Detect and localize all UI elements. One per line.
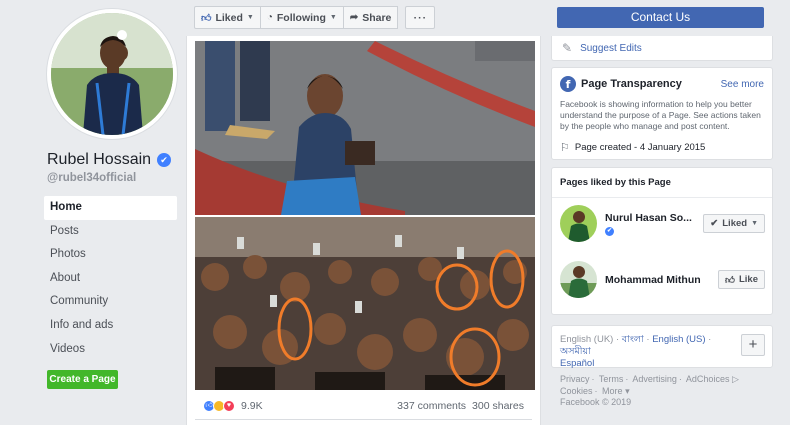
love-reaction-icon: ♥ <box>223 400 235 412</box>
suggest-edits-row[interactable]: ✎ Suggest Edits <box>551 36 773 61</box>
share-label: Share <box>362 11 392 24</box>
contact-us-button[interactable]: Contact Us <box>557 7 764 28</box>
nav-item-videos[interactable]: Videos <box>44 338 177 362</box>
page-name-text: Rubel Hossain <box>47 151 152 168</box>
footer-link-more[interactable]: More <box>602 386 623 396</box>
avatar-image <box>51 13 173 135</box>
create-page-button[interactable]: Create a Page <box>47 370 118 389</box>
avatar-image <box>560 205 597 242</box>
language-link[interactable]: English (US) <box>652 334 705 345</box>
verified-check-icon: ✔ <box>605 226 614 236</box>
adchoices-icon: ▷ <box>731 374 739 384</box>
page-created-date: Page created - 4 January 2015 <box>574 142 706 153</box>
more-chevron-icon: ▾ <box>625 385 630 396</box>
footer-link-privacy[interactable]: Privacy <box>560 374 590 384</box>
like-page-button-label: Like <box>738 274 758 285</box>
reactions-summary[interactable]: 👍︎ ♥ 9.9K <box>203 400 263 412</box>
footer-link-terms[interactable]: Terms <box>599 374 624 384</box>
post-card: 👍︎ ♥ 9.9K 337 comments 300 shares <box>186 36 541 425</box>
photo-boy-image <box>195 41 535 215</box>
footer-link-cookies[interactable]: Cookies <box>560 386 593 396</box>
post-photo-boy[interactable] <box>195 41 535 215</box>
profile-picture[interactable] <box>47 9 177 139</box>
liked-page-name-block: Nurul Hasan So... ✔ <box>605 212 701 236</box>
liked-page-button[interactable]: ✔ Liked ▼ <box>703 214 765 233</box>
page-transparency-card: f Page Transparency See more Facebook is… <box>551 67 773 160</box>
left-column: Rubel Hossain ✔ @rubel34official Home Po… <box>0 0 185 425</box>
nav-item-info-and-ads[interactable]: Info and ads <box>44 314 177 338</box>
page-nav: Home Posts Photos About Community Info a… <box>44 196 177 361</box>
nav-item-posts[interactable]: Posts <box>44 220 177 244</box>
facebook-logo-icon: f <box>560 76 576 92</box>
language-link[interactable]: Español <box>560 358 594 369</box>
pages-liked-card: Pages liked by this Page Nurul Hasan So.… <box>551 167 773 315</box>
avatar <box>51 13 173 135</box>
transparency-description: Facebook is showing information to help … <box>560 99 761 131</box>
shares-count[interactable]: 300 shares <box>472 400 524 412</box>
page-handle[interactable]: @rubel34official <box>47 172 136 184</box>
language-list: English (UK) · বাংলা · English (US) · অস… <box>560 334 712 369</box>
like-page-button[interactable]: 👍︎ Like <box>718 270 765 289</box>
chevron-down-icon: ▼ <box>751 220 758 227</box>
footer-link-advertising[interactable]: Advertising <box>632 374 677 384</box>
page-created-row: ⚐ Page created - 4 January 2015 <box>560 141 764 154</box>
flag-icon: ⚐ <box>560 142 570 154</box>
nav-item-photos[interactable]: Photos <box>44 243 177 267</box>
transparency-header: f Page Transparency See more <box>560 76 764 92</box>
language-selector-card: English (UK) · বাংলা · English (US) · অস… <box>551 325 773 369</box>
avatar-image <box>560 261 597 298</box>
language-link[interactable]: বাংলা <box>622 334 644 345</box>
chevron-down-icon: ▼ <box>329 14 337 21</box>
liked-page-name[interactable]: Nurul Hasan So... <box>605 212 692 224</box>
liked-page-avatar[interactable] <box>560 205 597 242</box>
rss-icon: ◔ <box>266 12 273 23</box>
share-button[interactable]: ➦ Share <box>342 6 399 29</box>
add-language-button[interactable]: + <box>741 334 765 356</box>
following-button[interactable]: ◔ Following ▼ <box>259 6 344 29</box>
transparency-title: Page Transparency <box>581 78 682 90</box>
liked-page-name[interactable]: Mohammad Mithun <box>605 274 701 286</box>
liked-page-row: Nurul Hasan So... ✔ ✔ Liked ▼ <box>560 205 765 242</box>
chevron-down-icon: ▼ <box>246 14 254 21</box>
share-arrow-icon: ➦ <box>349 12 359 23</box>
thumbs-up-icon: 👍︎ <box>201 12 212 24</box>
thumbs-up-icon: 👍︎ <box>725 274 735 286</box>
comments-count[interactable]: 337 comments <box>397 400 466 412</box>
language-link[interactable]: অসমীয়া <box>560 346 591 357</box>
page-action-bar: 👍︎ Liked ▼ ◔ Following ▼ ➦ Share ··· <box>194 6 436 29</box>
verified-check-icon: ✔ <box>157 153 172 167</box>
liked-page-button-label: Liked <box>722 218 748 229</box>
divider <box>195 419 532 420</box>
footer-link-adchoices[interactable]: AdChoices <box>686 374 730 384</box>
copyright: Facebook © 2019 <box>560 397 632 407</box>
reaction-count: 9.9K <box>241 400 263 412</box>
checkmark-icon: ✔ <box>710 218 719 229</box>
post-photo-crowd[interactable] <box>195 217 535 390</box>
liked-page-avatar[interactable] <box>560 261 597 298</box>
more-options-button[interactable]: ··· <box>405 6 436 29</box>
pages-liked-title: Pages liked by this Page <box>552 168 772 198</box>
engagement-counts: 337 comments 300 shares <box>397 400 524 412</box>
see-more-link[interactable]: See more <box>721 79 764 90</box>
nav-item-community[interactable]: Community <box>44 290 177 314</box>
photo-crowd-image <box>195 217 535 390</box>
suggest-edits-link: Suggest Edits <box>580 42 642 54</box>
pencil-icon: ✎ <box>562 41 573 55</box>
page-title: Rubel Hossain ✔ <box>47 151 172 169</box>
liked-label: Liked <box>215 11 243 24</box>
current-language: English (UK) <box>560 334 614 345</box>
nav-item-about[interactable]: About <box>44 267 177 291</box>
page-footer: Privacy · Terms · Advertising · AdChoices ▷… <box>560 374 739 407</box>
following-label: Following <box>276 11 326 24</box>
liked-page-row: Mohammad Mithun 👍︎ Like <box>560 261 765 298</box>
nav-item-home[interactable]: Home <box>44 196 177 220</box>
liked-button[interactable]: 👍︎ Liked ▼ <box>194 6 261 29</box>
